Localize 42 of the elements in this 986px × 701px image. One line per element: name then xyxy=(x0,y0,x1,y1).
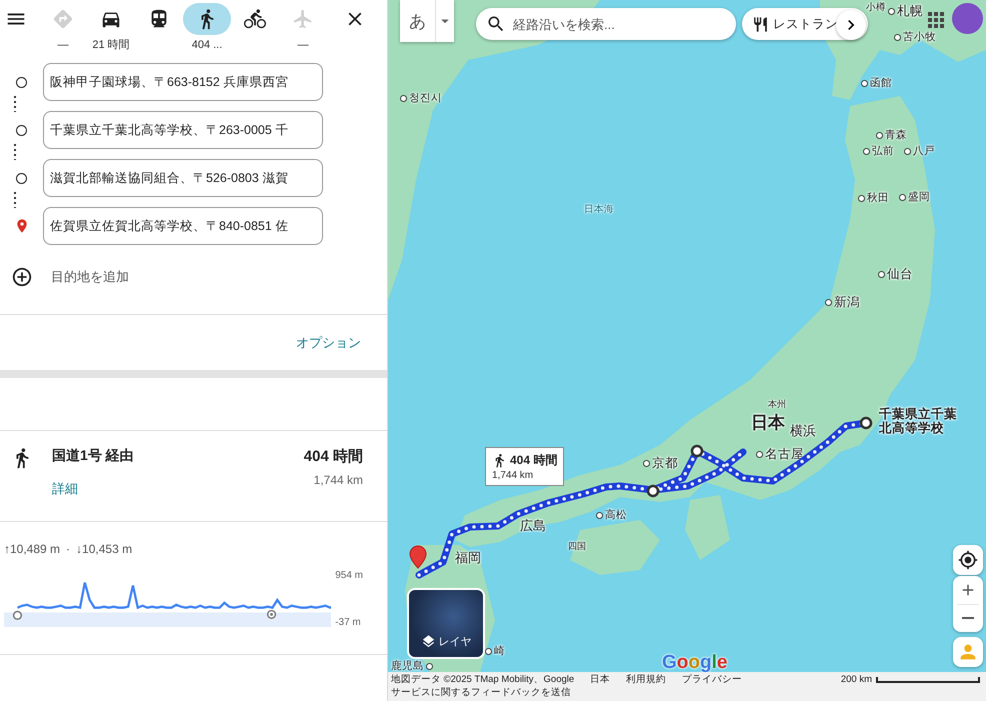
place-label: 弘前 xyxy=(872,144,894,158)
place-label: 日本 xyxy=(751,412,785,434)
place-label: 苫小牧 xyxy=(903,30,936,44)
mode-duration: 404 ... xyxy=(192,39,222,52)
place-label: 福岡 xyxy=(455,549,481,567)
place-label: 秋田 xyxy=(867,191,889,205)
place-label: 鹿児島 xyxy=(391,659,424,672)
place-label: 函館 xyxy=(870,76,892,90)
place-label: 広島 xyxy=(520,517,546,535)
place-label: 横浜 xyxy=(790,422,816,440)
elevation-ascent: ↑10,489 m xyxy=(4,542,60,556)
place-label: 高松 xyxy=(605,508,627,522)
place-label: 日本海 xyxy=(584,203,614,216)
place-label: 四国 xyxy=(568,540,586,553)
route-name: 国道1号 経由 xyxy=(52,447,135,465)
place-label: 名古屋 xyxy=(765,446,804,463)
place-label: 八戸 xyxy=(913,144,935,158)
place-label: 青森 xyxy=(885,128,907,142)
place-label: 本州 xyxy=(768,398,786,411)
callout-distance: 1,744 km xyxy=(492,470,534,481)
mode-duration: — xyxy=(58,39,68,52)
callout-duration: 404 時間 xyxy=(510,452,558,469)
place-label: 新潟 xyxy=(834,294,860,311)
mode-duration: 21 時間 xyxy=(92,39,130,52)
route-duration: 404 時間 xyxy=(304,447,363,466)
place-label: 仙台 xyxy=(887,266,913,283)
scale-label: 200 km xyxy=(840,674,872,685)
place-label: 崎 xyxy=(494,644,505,658)
elevation-descent: ↓10,453 m xyxy=(76,542,132,556)
mode-duration: — xyxy=(298,39,308,52)
logo: Google xyxy=(662,652,728,672)
max-elevation-label: 954 m xyxy=(335,570,363,581)
map-data-credit: 地図データ ©2025 TMap Mobility、Google xyxy=(391,673,574,686)
place-label: 小樽 xyxy=(866,1,886,14)
place-label: 盛岡 xyxy=(908,190,930,204)
separator-dot: · xyxy=(66,542,70,556)
place-label: 京都 xyxy=(652,455,678,472)
place-label: 청진시 xyxy=(409,91,442,105)
place-label: 札幌 xyxy=(897,3,923,20)
place-label: 千葉県立千葉北高等学校 xyxy=(879,407,958,436)
route-distance: 1,744 km xyxy=(314,473,363,487)
min-elevation-label: -37 m xyxy=(335,617,362,628)
